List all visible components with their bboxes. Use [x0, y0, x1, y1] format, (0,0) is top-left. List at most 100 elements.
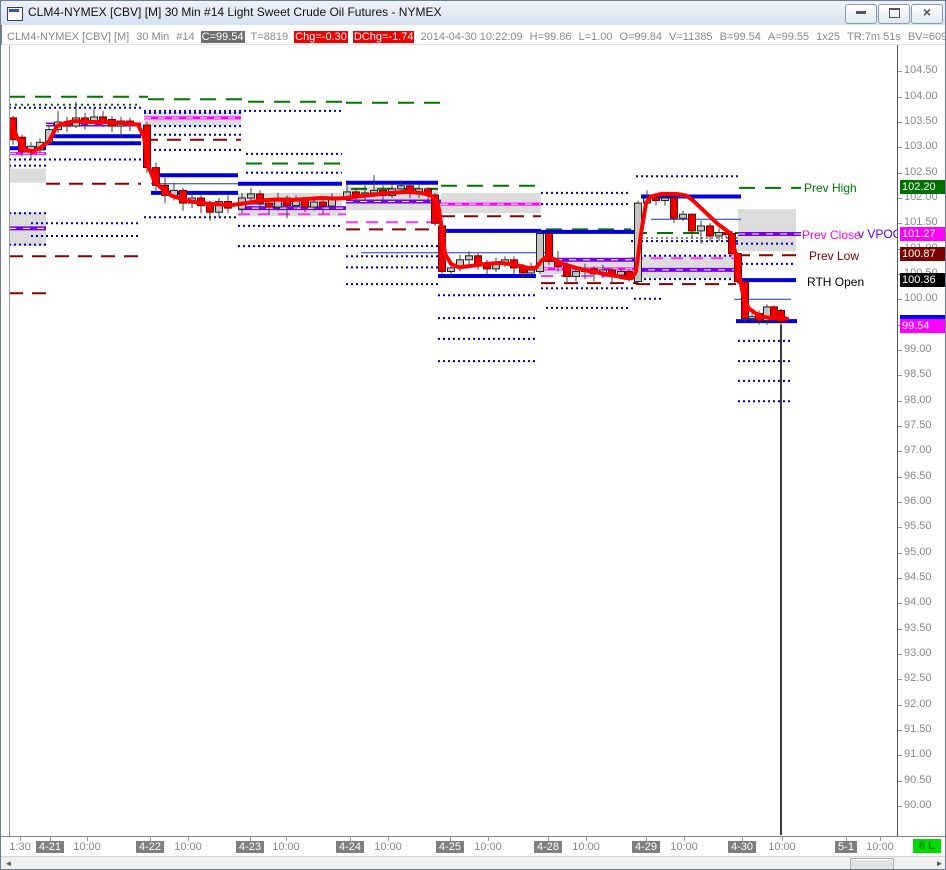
- price-tick: [898, 350, 902, 351]
- price-tick-label: 97.00: [904, 444, 932, 457]
- title-bar[interactable]: CLM4-NYMEX [CBV] [M] 30 Min #14 Light Sw…: [1, 1, 945, 26]
- date-label: 4-21: [35, 841, 65, 853]
- price-tick: [898, 603, 902, 605]
- info-segment: DChg=-1.74: [352, 31, 415, 43]
- price-tick: [898, 654, 902, 655]
- price-tick-label: 93.00: [904, 647, 932, 659]
- price-tick-label: 90.00: [904, 799, 932, 811]
- price-tick: [898, 476, 902, 478]
- info-segment: H=99.86: [529, 31, 572, 43]
- value-area-box: [738, 209, 796, 252]
- restore-button[interactable]: [878, 4, 910, 24]
- price-tick: [898, 299, 902, 301]
- price-tick: [898, 730, 902, 731]
- info-segment: L=1.00: [578, 31, 613, 43]
- price-tick-label: 95.00: [904, 545, 932, 558]
- date-label: 4-29: [631, 841, 661, 853]
- horizontal-scrollbar[interactable]: ◄ ►: [1, 856, 945, 869]
- candle-body: [310, 201, 318, 208]
- price-axis[interactable]: 104.50 104.00 103.50 103.00 102.50 102.00 101.…: [897, 45, 945, 836]
- candle-body: [617, 271, 625, 276]
- candle-body: [697, 225, 705, 232]
- time-label: 10:00: [73, 841, 101, 853]
- close-button[interactable]: ×: [911, 4, 943, 24]
- price-tick-label: 102.50: [904, 165, 938, 178]
- price-badge: 102.20: [900, 179, 945, 194]
- time-label: 10:00: [272, 841, 300, 853]
- price-tick-label: 98.00: [904, 393, 932, 406]
- chart-window: CLM4-NYMEX [CBV] [M] 30 Min #14 Light Sw…: [0, 0, 946, 870]
- price-tick: [898, 122, 902, 123]
- price-tick: [898, 679, 902, 681]
- candle-body: [301, 200, 309, 208]
- date-label: 4-28: [533, 841, 563, 853]
- price-tick: [898, 426, 902, 427]
- price-tick: [898, 755, 902, 757]
- candle-body: [397, 185, 405, 190]
- info-segment: BV=6098: [907, 31, 945, 43]
- level-label-rth-open: RTH Open: [807, 275, 865, 289]
- scroll-left-arrow-icon[interactable]: ◄: [1, 857, 16, 869]
- price-tick: [898, 628, 902, 630]
- price-tick-label: 91.00: [904, 748, 932, 761]
- minimize-icon: [856, 11, 866, 14]
- price-tick: [898, 502, 902, 503]
- price-tick-label: 96.00: [904, 495, 932, 507]
- price-badge: 99.54: [900, 314, 945, 333]
- price-tick: [898, 96, 902, 98]
- price-tick-label: 95.50: [904, 520, 932, 533]
- candle-body: [715, 232, 723, 237]
- minimize-button[interactable]: [845, 4, 877, 24]
- price-tick-label: 99.00: [904, 343, 932, 355]
- price-tick-label: 100.00: [904, 292, 938, 305]
- level-label-prev-low: Prev Low: [809, 249, 860, 263]
- info-segment: 30 Min: [136, 31, 170, 43]
- price-tick-label: 103.50: [904, 115, 938, 127]
- candle-body: [465, 255, 473, 261]
- date-label: 4-22: [135, 841, 165, 853]
- info-segment: CLM4-NYMEX [CBV] [M]: [7, 31, 130, 43]
- time-axis[interactable]: 1:30 4-21 10:00 4-22 10:00 4-23 10:00 4-24 10:00…: [1, 836, 945, 856]
- price-tick-label: 92.00: [904, 697, 932, 710]
- price-tick-label: 94.50: [904, 571, 932, 583]
- info-segment: V=11385: [669, 31, 713, 43]
- chart-canvas[interactable]: [1, 45, 897, 836]
- app-icon: [7, 7, 23, 21]
- info-segment: C=99.54: [200, 31, 245, 43]
- price-tick-label: 104.50: [904, 64, 938, 77]
- chart-area[interactable]: Prev High Prev Close v VPOC Prev Low RTH Ope…: [1, 45, 901, 836]
- candle-body: [247, 193, 255, 199]
- bar-countdown-badge: 8 L: [913, 839, 941, 853]
- price-tick: [898, 704, 902, 706]
- value-area-box: [634, 256, 734, 279]
- candle-body: [679, 213, 687, 219]
- candle-body: [265, 202, 273, 208]
- info-segment: Chg=-0.30: [294, 31, 348, 43]
- candle-body: [688, 213, 696, 232]
- price-tick: [898, 223, 902, 225]
- price-tick: [898, 71, 902, 73]
- price-tick-label: 92.50: [904, 672, 932, 685]
- price-tick: [898, 578, 902, 579]
- price-tick-label: 90.50: [904, 773, 932, 786]
- restore-icon: [888, 8, 900, 18]
- price-tick: [898, 147, 902, 149]
- price-tick: [898, 400, 902, 402]
- info-segment: 1x25: [816, 31, 841, 43]
- date-label: 5-1: [835, 841, 857, 853]
- info-segment: #14: [176, 31, 195, 43]
- price-tick: [898, 780, 902, 782]
- price-tick: [898, 527, 902, 529]
- price-tick-label: 98.50: [904, 368, 932, 381]
- scrollbar-thumb[interactable]: [850, 858, 894, 869]
- scroll-right-arrow-icon[interactable]: ►: [932, 857, 945, 869]
- price-tick: [898, 451, 902, 453]
- info-segment: A=99.55: [767, 31, 810, 43]
- time-label: 1:30: [9, 841, 31, 853]
- info-segment: TR:7m 51s: [847, 31, 901, 43]
- candle-body: [748, 316, 756, 320]
- info-bar: CLM4-NYMEX [CBV] [M] 30 Min #14 C=99.54 T=88…: [1, 25, 945, 45]
- window-title: CLM4-NYMEX [CBV] [M] 30 Min #14 Light Sw…: [28, 5, 442, 19]
- candle-body: [319, 201, 327, 207]
- close-icon: ×: [922, 4, 932, 20]
